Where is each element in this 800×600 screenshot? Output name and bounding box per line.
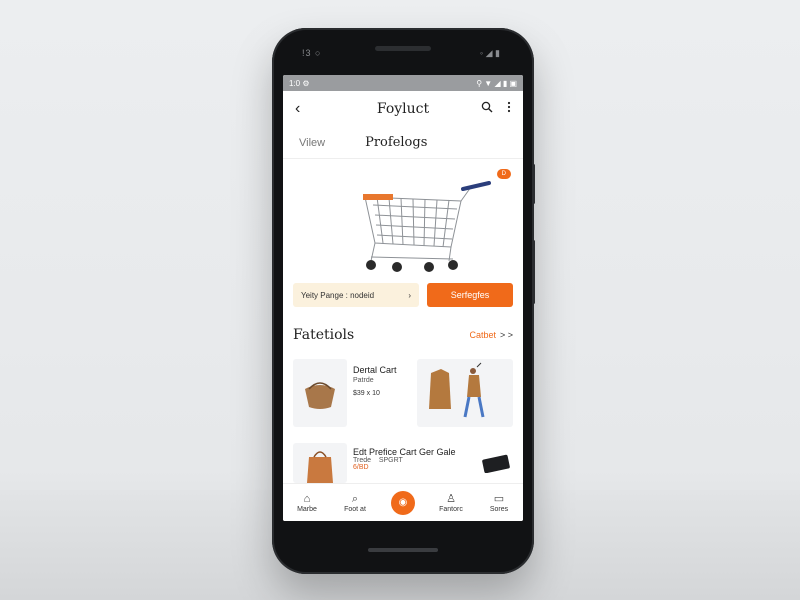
- bottom-navigation: ⌂ Marbe ⌕ Foot at ◉ ♙ Fantorc ▭ Sores: [283, 483, 523, 521]
- tab-view[interactable]: Vilew: [299, 137, 325, 149]
- product-info-2: Edt Prefice Cart Ger Gale Trede SPGRT 6/…: [353, 443, 513, 483]
- status-right: ⚲ ▼ ◢ ▮ ▣: [476, 78, 517, 88]
- promo-row: Yeity Pange : nodeid › Serfegfes: [283, 281, 523, 309]
- stores-icon: ▭: [493, 493, 505, 505]
- nav-stores-label: Sores: [489, 506, 509, 513]
- search-nav-icon: ⌕: [351, 493, 359, 505]
- product-thumbnail-apparel[interactable]: [417, 359, 513, 427]
- product-price: $39 x 10: [353, 390, 380, 397]
- back-arrow-icon[interactable]: ‹: [295, 100, 315, 118]
- promo-text: Yeity Pange : nodeid: [301, 290, 375, 300]
- nav-stores[interactable]: ▭ Sores: [477, 492, 521, 513]
- section-header: Fatetiols Catbet > >: [283, 315, 523, 355]
- app-bar: ‹ Foyluct: [283, 91, 523, 127]
- product-row-2[interactable]: Edt Prefice Cart Ger Gale Trede SPGRT 6/…: [283, 443, 523, 483]
- sensor-right: ◦ ◢ ▮: [479, 48, 500, 58]
- nav-cart[interactable]: ◉: [381, 490, 425, 515]
- app-screen: 1:0 ⚙ ⚲ ▼ ◢ ▮ ▣ ‹ Foyluct Vilew Profelog…: [283, 75, 523, 521]
- nav-home-label: Marbe: [297, 506, 317, 513]
- product-thumbnail-bag[interactable]: [293, 443, 347, 483]
- sensor-left: !3 ○: [302, 48, 322, 58]
- apparel-image: [429, 362, 485, 418]
- product-info: Dertal Cart Patrde $39 x 10: [353, 359, 411, 429]
- home-icon: ⌂: [303, 493, 311, 505]
- nav-search-label: Foot at: [344, 506, 366, 513]
- basket-icon: [305, 382, 335, 409]
- status-bar: 1:0 ⚙ ⚲ ▼ ◢ ▮ ▣: [283, 75, 523, 91]
- nav-home[interactable]: ⌂ Marbe: [285, 492, 329, 513]
- see-all-label: Catbet: [469, 330, 496, 340]
- shopping-cart-image: [363, 181, 491, 272]
- product-row[interactable]: Dertal Cart Patrde $39 x 10: [283, 359, 523, 429]
- home-indicator[interactable]: [368, 548, 438, 552]
- section-title: Fatetiols: [293, 327, 355, 343]
- status-left: 1:0 ⚙: [289, 78, 310, 88]
- nav-search[interactable]: ⌕ Foot at: [333, 492, 377, 513]
- product-subtitle-2-text: Trede: [353, 457, 372, 464]
- see-all-link[interactable]: Catbet > >: [469, 330, 513, 340]
- product-name: Dertal Cart: [353, 365, 397, 375]
- earpiece-speaker: [375, 46, 431, 51]
- phone-device: !3 ○ ◦ ◢ ▮ 1:0 ⚙ ⚲ ▼ ◢ ▮ ▣ ‹ Foyluct Vil…: [272, 28, 535, 574]
- product-thumbnail-basket[interactable]: [293, 359, 347, 427]
- chevron-right-icon: ›: [408, 290, 411, 300]
- cart-center-icon: ◉: [391, 490, 415, 515]
- profile-icon: ♙: [446, 493, 456, 505]
- promo-chip[interactable]: Yeity Pange : nodeid ›: [293, 283, 419, 307]
- more-vert-icon[interactable]: [507, 100, 511, 118]
- power-button: [532, 240, 535, 304]
- wallet-icon: [482, 454, 510, 473]
- search-icon[interactable]: [481, 100, 493, 118]
- double-chevron-icon: > >: [499, 330, 513, 340]
- product-extra-2: SPGRT: [378, 457, 403, 464]
- tab-profelogs[interactable]: Profelogs: [365, 135, 427, 150]
- nav-profile[interactable]: ♙ Fantorc: [429, 492, 473, 513]
- product-subtitle: Patrde: [353, 377, 374, 384]
- handbag-icon: [307, 451, 333, 483]
- nav-profile-label: Fantorc: [439, 506, 463, 513]
- tab-bar: Vilew Profelogs: [283, 127, 523, 159]
- hero-banner[interactable]: D: [283, 159, 523, 281]
- volume-button: [532, 164, 535, 204]
- hero-badge: D: [496, 169, 511, 179]
- primary-cta-button[interactable]: Serfegfes: [427, 283, 513, 307]
